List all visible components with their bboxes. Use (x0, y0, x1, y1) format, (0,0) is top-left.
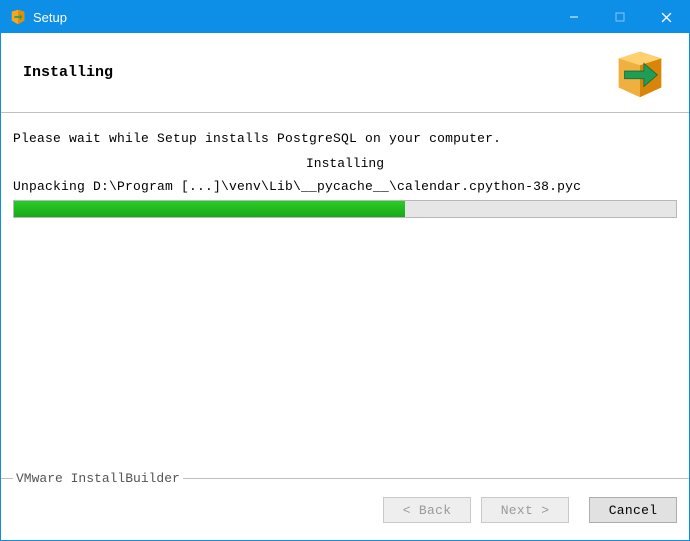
progress-fill (14, 201, 405, 217)
page-title: Installing (23, 64, 113, 81)
header: Installing (1, 33, 689, 113)
titlebar: Setup (1, 1, 689, 33)
button-row: < Back Next > Cancel (383, 497, 677, 523)
box-arrow-icon (611, 44, 669, 102)
next-button: Next > (481, 497, 569, 523)
wait-message: Please wait while Setup installs Postgre… (13, 131, 677, 146)
back-button: < Back (383, 497, 471, 523)
progress-bar (13, 200, 677, 218)
maximize-button[interactable] (597, 1, 643, 33)
content-area: Please wait while Setup installs Postgre… (1, 113, 689, 478)
cancel-button[interactable]: Cancel (589, 497, 677, 523)
window-title: Setup (33, 10, 551, 25)
minimize-button[interactable] (551, 1, 597, 33)
footer: VMware InstallBuilder < Back Next > Canc… (1, 478, 689, 540)
close-button[interactable] (643, 1, 689, 33)
window-controls (551, 1, 689, 33)
status-subtitle: Installing (13, 156, 677, 171)
brand-label: VMware InstallBuilder (13, 471, 183, 486)
current-file-label: Unpacking D:\Program [...]\venv\Lib\__py… (13, 179, 677, 194)
app-icon (9, 8, 27, 26)
